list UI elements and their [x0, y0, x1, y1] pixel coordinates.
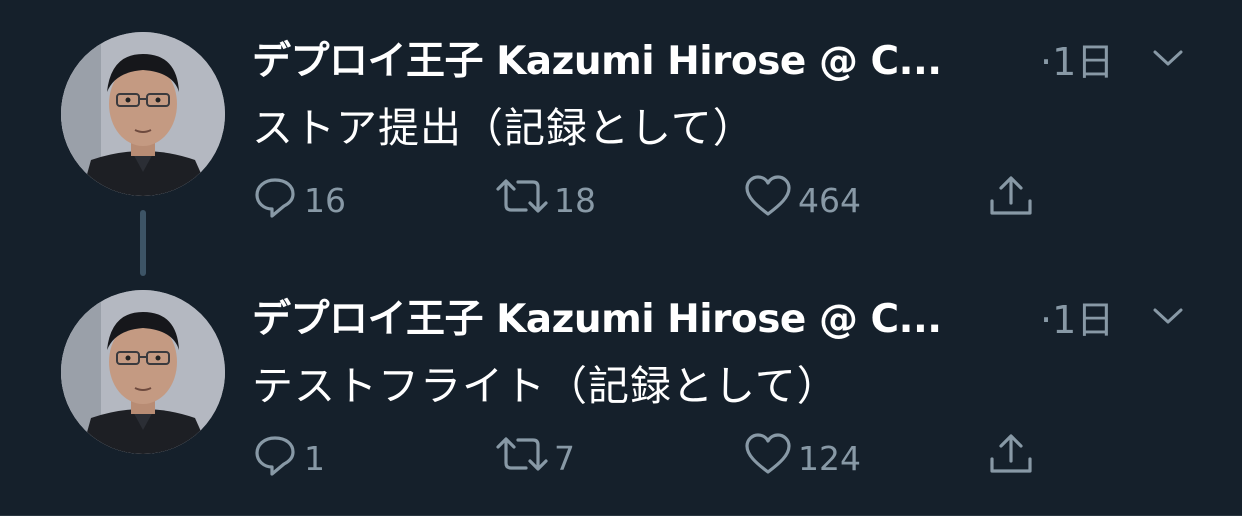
heart-outline-icon	[742, 429, 794, 487]
share-upload-icon	[986, 171, 1036, 229]
author-name[interactable]: デプロイ王子 Kazumi Hirose @ C...	[252, 288, 942, 344]
reply-button[interactable]: 16	[250, 172, 346, 228]
tweet-actions: 1 7 124	[0, 430, 1242, 486]
like-count: 124	[798, 438, 861, 478]
tweet-text: テストフライト（記録として）	[252, 362, 839, 410]
chevron-down-icon[interactable]	[1150, 40, 1186, 76]
heart-outline-icon	[742, 171, 794, 229]
tweet-actions: 16 18 464	[0, 172, 1242, 228]
like-button[interactable]: 124	[742, 430, 861, 486]
tweet-header: デプロイ王子 Kazumi Hirose @ C...	[252, 28, 942, 88]
tweet-text: ストア提出（記録として）	[252, 104, 755, 152]
retweet-arrows-icon	[494, 429, 550, 487]
tweet[interactable]: デプロイ王子 Kazumi Hirose @ C... ·1日 ストア提出（記録…	[0, 0, 1242, 276]
author-name[interactable]: デプロイ王子 Kazumi Hirose @ C...	[252, 30, 942, 86]
like-count: 464	[798, 180, 861, 220]
like-button[interactable]: 464	[742, 172, 861, 228]
retweet-count: 18	[554, 180, 596, 220]
share-button[interactable]	[986, 430, 1036, 486]
tweet[interactable]: デプロイ王子 Kazumi Hirose @ C... ·1日 テストフライト（…	[0, 258, 1242, 516]
tweet-header: デプロイ王子 Kazumi Hirose @ C...	[252, 286, 942, 346]
tweet-time[interactable]: ·1日	[1040, 28, 1114, 88]
reply-button[interactable]: 1	[250, 430, 325, 486]
speech-bubble-icon	[250, 429, 300, 487]
reply-count: 16	[304, 180, 346, 220]
speech-bubble-icon	[250, 171, 300, 229]
share-upload-icon	[986, 429, 1036, 487]
tweet-time[interactable]: ·1日	[1040, 286, 1114, 346]
retweet-button[interactable]: 7	[494, 430, 575, 486]
chevron-down-icon[interactable]	[1150, 298, 1186, 334]
retweet-button[interactable]: 18	[494, 172, 596, 228]
retweet-count: 7	[554, 438, 575, 478]
reply-count: 1	[304, 438, 325, 478]
retweet-arrows-icon	[494, 171, 550, 229]
share-button[interactable]	[986, 172, 1036, 228]
